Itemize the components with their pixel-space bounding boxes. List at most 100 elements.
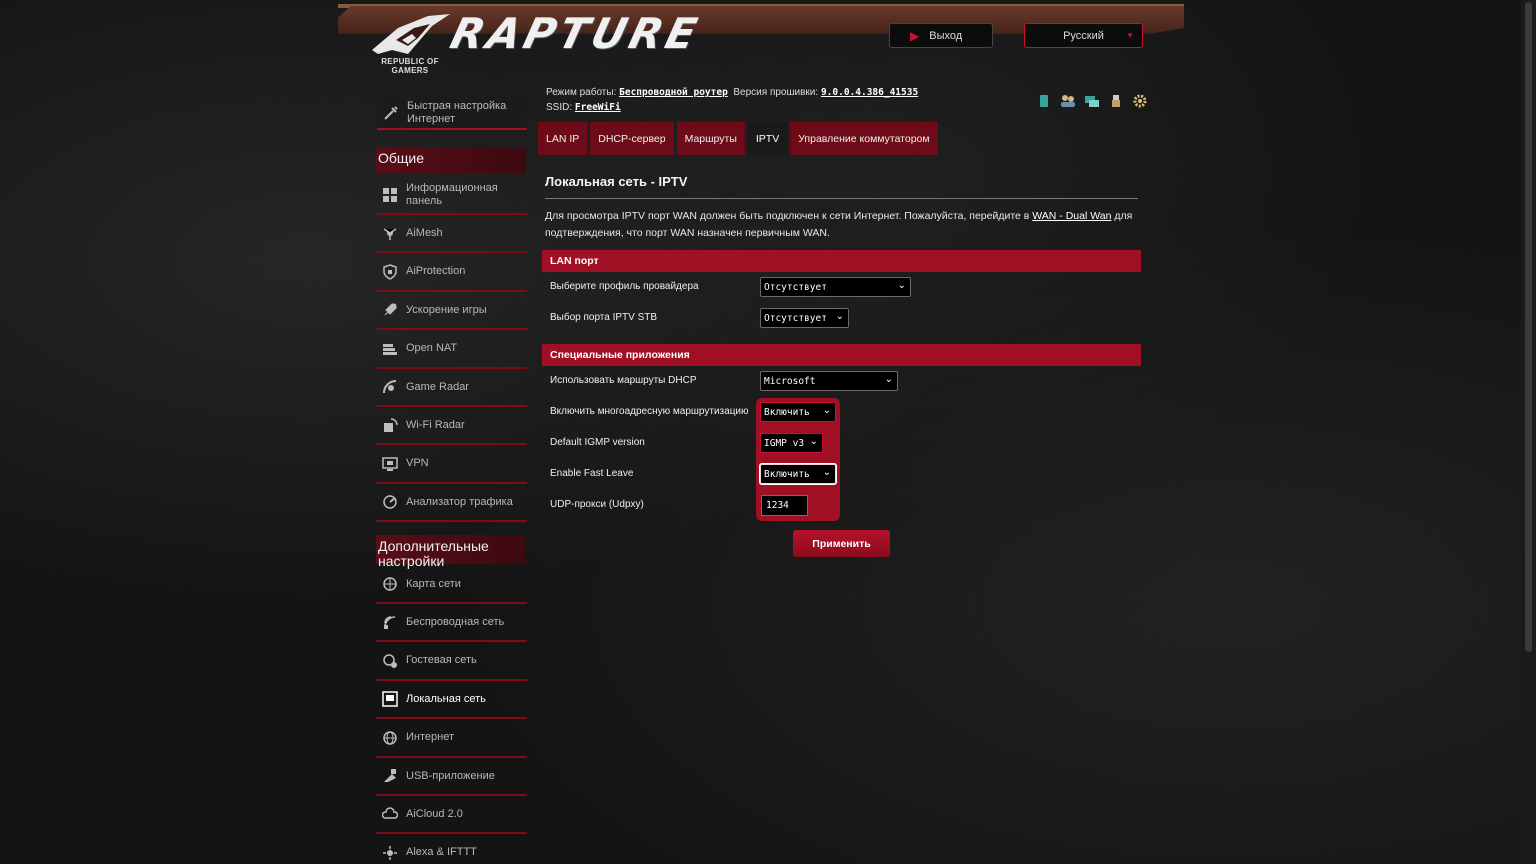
tab-управление-коммутатором[interactable]: Управление коммутатором	[790, 122, 938, 155]
sidebar-item-label: Интернет	[406, 731, 454, 744]
sidebar-item-label: Alexa & IFTTT	[406, 846, 477, 859]
dhcp-routes-select[interactable]: Microsoft ⌄	[760, 371, 898, 391]
ssid-line: SSID: FreeWiFi	[546, 102, 621, 113]
chevron-down-icon: ⌄	[835, 311, 844, 322]
logout-button[interactable]: ▶ Выход	[889, 23, 993, 48]
logout-arrow-icon: ▶	[910, 28, 920, 43]
dashboard-icon	[382, 187, 398, 203]
stb-port-select[interactable]: Отсутствует ⌄	[760, 308, 849, 328]
sidebar-item-label: AiProtection	[406, 265, 466, 278]
scrollbar-thumb[interactable]	[1525, 2, 1532, 652]
wan-dual-wan-link[interactable]: WAN - Dual Wan	[1032, 210, 1111, 222]
sidebar-item-guest-network[interactable]: Гостевая сеть	[376, 643, 527, 681]
sidebar-item-mesh[interactable]: AiMesh	[376, 215, 527, 254]
lan-icon	[382, 691, 398, 707]
rog-logo-icon	[372, 14, 450, 54]
isp-profile-select[interactable]: Отсутствует ⌄	[760, 277, 911, 297]
chevron-down-icon: ⌄	[897, 280, 906, 291]
tab-маршруты[interactable]: Маршруты	[676, 122, 745, 155]
sidebar-item-lan[interactable]: Локальная сеть	[376, 681, 527, 720]
sidebar-item-rocket[interactable]: Ускорение игры	[376, 292, 527, 331]
sidebar-item-label: VPN	[406, 457, 429, 470]
status-icons	[1036, 93, 1148, 109]
nat-icon	[382, 341, 398, 357]
chevron-down-icon: ▼	[1126, 31, 1134, 40]
sidebar-item-shield[interactable]: AiProtection	[376, 254, 527, 292]
sidebar-item-radar[interactable]: Game Radar	[376, 369, 527, 407]
language-select[interactable]: Русский ▼	[1024, 23, 1143, 48]
page-description: Для просмотра IPTV порт WAN должен быть …	[545, 208, 1140, 242]
network-map-icon	[382, 576, 398, 592]
ssid-label: SSID:	[546, 102, 573, 113]
usb-icon[interactable]	[1108, 93, 1124, 109]
shield-icon	[382, 264, 398, 280]
sidebar-item-nat[interactable]: Open NAT	[376, 331, 527, 369]
multicast-label: Включить многоадресную маршрутизацию	[550, 406, 749, 417]
ssid-value-link[interactable]: FreeWiFi	[575, 102, 621, 113]
wifi-radar-icon	[382, 417, 398, 433]
sidebar-item-label: AiMesh	[406, 226, 443, 239]
usb-app-icon	[382, 768, 398, 784]
sidebar-item-network-map[interactable]: Карта сети	[376, 566, 527, 604]
sidebar-item-label: Game Radar	[406, 380, 469, 393]
udpxy-port-input[interactable]: 1234	[761, 495, 808, 516]
apply-button[interactable]: Применить	[793, 530, 890, 557]
quick-setup-link[interactable]: Быстрая настройка Интернет	[377, 97, 527, 130]
sidebar-item-label: Анализатор трафика	[406, 495, 513, 508]
sidebar-item-label: AiCloud 2.0	[406, 807, 463, 820]
fast-leave-select[interactable]: Включить ⌄	[760, 464, 836, 484]
chevron-down-icon: ⌄	[809, 436, 818, 447]
language-value: Русский	[1063, 29, 1104, 42]
tab-dhcp-сервер[interactable]: DHCP-сервер	[590, 122, 674, 155]
firmware-value-link[interactable]: 9.0.0.4.386_41535	[821, 87, 918, 98]
sidebar-item-alexa[interactable]: Alexa & IFTTT	[376, 835, 527, 864]
sim-icon[interactable]	[1036, 93, 1052, 109]
lan-port-heading: LAN порт	[542, 250, 1141, 272]
network-icon[interactable]	[1084, 93, 1100, 109]
page-scrollbar[interactable]	[1521, 0, 1536, 864]
title-divider	[545, 198, 1138, 199]
sidebar-item-wireless[interactable]: Беспроводная сеть	[376, 604, 527, 643]
cloud-icon	[382, 806, 398, 822]
igmp-version-select[interactable]: IGMP v3 ⌄	[760, 433, 823, 453]
fast-leave-label: Enable Fast Leave	[550, 468, 634, 479]
sidebar-item-wifi-radar[interactable]: Wi-Fi Radar	[376, 407, 527, 446]
sidebar-item-dashboard[interactable]: Информационная панель	[376, 177, 527, 215]
tab-iptv[interactable]: IPTV	[747, 122, 788, 155]
vpn-icon	[382, 456, 398, 472]
dhcp-routes-label: Использовать маршруты DHCP	[550, 375, 697, 386]
chevron-down-icon: ⌄	[822, 467, 831, 478]
fast-leave-value: Включить	[764, 468, 810, 480]
wand-icon	[383, 105, 399, 121]
sidebar-item-label: Карта сети	[406, 577, 461, 590]
sidebar-item-label: Информационная панель	[406, 182, 498, 207]
globe-icon	[382, 730, 398, 746]
traffic-icon	[382, 494, 398, 510]
sidebar-item-globe[interactable]: Интернет	[376, 720, 527, 758]
operation-mode-line: Режим работы: Беспроводной роутер Версия…	[546, 87, 918, 98]
brand-title: RAPTURE	[445, 9, 706, 58]
logout-label: Выход	[929, 29, 963, 42]
sidebar-item-vpn[interactable]: VPN	[376, 446, 527, 484]
mode-value-link[interactable]: Беспроводной роутер	[619, 87, 728, 98]
users-icon[interactable]	[1060, 93, 1076, 109]
quick-setup-label: Быстрая настройка Интернет	[407, 99, 507, 125]
sidebar-item-label: Гостевая сеть	[406, 654, 477, 667]
logo-text: REPUBLIC OF GAMERS	[381, 57, 439, 75]
sidebar-item-traffic[interactable]: Анализатор трафика	[376, 484, 527, 523]
multicast-select[interactable]: Включить ⌄	[760, 402, 836, 422]
sidebar-item-cloud[interactable]: AiCloud 2.0	[376, 796, 527, 835]
wireless-icon	[382, 614, 398, 630]
page-title: Локальная сеть - IPTV	[545, 174, 688, 189]
settings-icon[interactable]	[1132, 93, 1148, 109]
tab-lan-ip[interactable]: LAN IP	[538, 122, 588, 155]
sidebar-item-label: Ускорение игры	[406, 303, 487, 316]
sidebar-item-usb-app[interactable]: USB-приложение	[376, 758, 527, 796]
chevron-down-icon: ⌄	[822, 405, 831, 416]
alexa-icon	[382, 845, 398, 861]
sidebar-item-label: USB-приложение	[406, 769, 495, 782]
special-apps-heading: Специальные приложения	[542, 344, 1141, 366]
sidebar-item-label: Open NAT	[406, 342, 458, 355]
radar-icon	[382, 379, 398, 395]
dhcp-routes-value: Microsoft	[764, 375, 816, 387]
